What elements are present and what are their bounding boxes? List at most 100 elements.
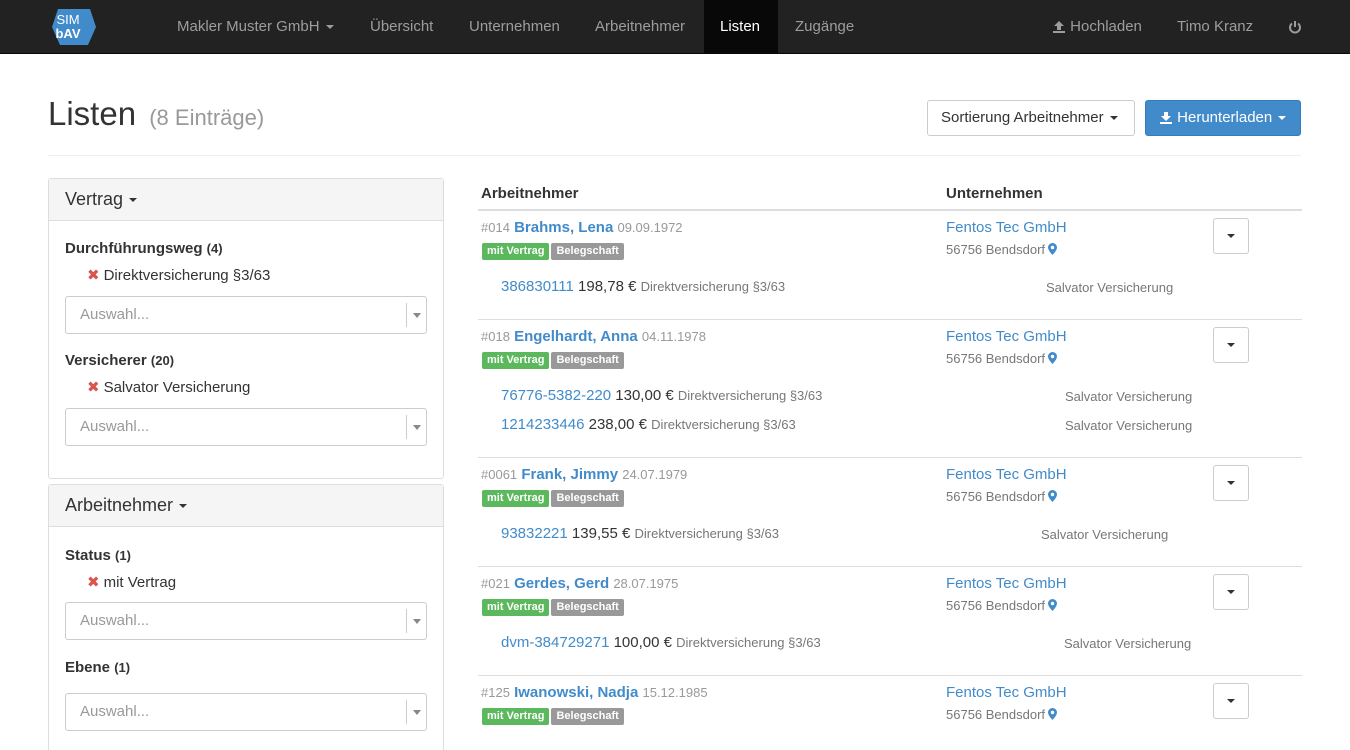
map-marker-icon[interactable]: [1048, 490, 1058, 502]
chevron-down-icon: [1109, 116, 1118, 121]
filter-label: Durchführungsweg: [65, 240, 203, 257]
chevron-down-icon: [406, 303, 426, 327]
top-navbar: SIM bAV Makler Muster GmbH Übersicht Unt…: [0, 0, 1350, 54]
label-contract: mit Vertrag: [482, 352, 550, 369]
column-header-company[interactable]: Unternehmen: [946, 185, 1043, 202]
contract-number-link[interactable]: 93832221: [501, 525, 568, 542]
contract-line: dvm-384729271 100,00 € Direktversicherun…: [501, 634, 821, 651]
company-link[interactable]: Fentos Tec GmbH: [946, 684, 1067, 701]
contract-amount: 139,55 €: [571, 525, 631, 542]
contract-amount: 198,78 €: [578, 278, 637, 295]
employee-name-link[interactable]: Frank, Jimmy: [521, 466, 618, 483]
download-button-label: Herunterladen: [1177, 109, 1273, 126]
column-header-employee[interactable]: Arbeitnehmer: [481, 185, 579, 202]
user-menu[interactable]: Timo Kranz: [1161, 0, 1269, 54]
table-row: #014 Brahms, Lena 09.09.1972 mit Vertrag…: [478, 211, 1302, 320]
contract-line: 93832221 139,55 € Direktversicherung §3/…: [501, 525, 779, 542]
employee-dob: 09.09.1972: [617, 220, 683, 235]
company-link[interactable]: Fentos Tec GmbH: [946, 575, 1067, 592]
filter-panel-arbeitnehmer: Arbeitnehmer Status (1) ✖ mit Vertrag Aus…: [48, 484, 444, 750]
map-marker-icon[interactable]: [1048, 599, 1058, 611]
city-text: 56756 Bendsdorf: [946, 598, 1046, 613]
employee-cell: #018 Engelhardt, Anna 04.11.1978: [481, 328, 706, 345]
employee-dob: 04.11.1978: [641, 329, 706, 344]
city-text: 56756 Bendsdorf: [946, 351, 1046, 366]
versicherer-select[interactable]: Auswahl...: [65, 408, 427, 446]
chevron-down-icon: [179, 504, 188, 509]
employee-id: #125: [481, 685, 510, 700]
filter-count: (1): [114, 660, 131, 675]
contract-amount: 130,00 €: [615, 387, 674, 404]
nav-item-unternehmen[interactable]: Unternehmen: [453, 0, 576, 54]
upload-link[interactable]: Hochladen: [1036, 0, 1158, 54]
employee-dob: 28.07.1975: [613, 576, 679, 591]
simbav-logo[interactable]: SIM bAV: [50, 5, 98, 49]
filter-chip-label: mit Vertrag: [103, 574, 177, 591]
sort-button-label: Sortierung Arbeitnehmer: [941, 109, 1104, 126]
label-staff: Belegschaft: [551, 243, 624, 260]
row-actions-button[interactable]: [1213, 327, 1249, 363]
nav-item-arbeitnehmer[interactable]: Arbeitnehmer: [579, 0, 701, 54]
contract-insurer: Salvator Versicherung: [1046, 280, 1174, 295]
row-actions-button[interactable]: [1213, 574, 1249, 610]
employee-labels: mit Vertrag Belegschaft: [482, 597, 626, 616]
employee-name-link[interactable]: Iwanowski, Nadja: [514, 684, 638, 701]
logo-text-bottom: bAV: [55, 26, 80, 41]
city-text: 56756 Bendsdorf: [946, 489, 1046, 504]
page-title-text: Listen: [48, 95, 137, 132]
filter-panel-vertrag: Vertrag Durchführungsweg (4) ✖ Direktvers…: [48, 178, 444, 479]
remove-icon[interactable]: ✖: [87, 267, 100, 284]
upload-icon: [1053, 21, 1065, 34]
sort-employees-button[interactable]: Sortierung Arbeitnehmer: [927, 100, 1135, 136]
nav-company-label: Makler Muster GmbH: [177, 18, 320, 35]
map-marker-icon[interactable]: [1048, 243, 1058, 255]
nav-item-zugaenge[interactable]: Zugänge: [779, 0, 870, 54]
chevron-down-icon: [325, 25, 334, 30]
nav-item-listen[interactable]: Listen: [704, 0, 778, 54]
remove-icon[interactable]: ✖: [87, 574, 100, 591]
employee-id: #014: [481, 220, 510, 235]
filter-label: Versicherer: [65, 352, 147, 369]
filter-chip-versicherer: ✖ Salvator Versicherung: [87, 378, 250, 396]
employee-name-link[interactable]: Engelhardt, Anna: [514, 328, 638, 345]
select-placeholder: Auswahl...: [80, 703, 150, 720]
download-icon: [1160, 112, 1172, 125]
panel-heading-vertrag[interactable]: Vertrag: [49, 179, 443, 221]
ebene-select[interactable]: Auswahl...: [65, 693, 427, 731]
label-contract: mit Vertrag: [482, 490, 550, 507]
employee-labels: mit Vertrag Belegschaft: [482, 241, 626, 260]
contract-number-link[interactable]: 76776-5382-220: [501, 387, 611, 404]
employee-name-link[interactable]: Gerdes, Gerd: [514, 575, 609, 592]
panel-heading-arbeitnehmer[interactable]: Arbeitnehmer: [49, 485, 443, 527]
status-select[interactable]: Auswahl...: [65, 602, 427, 640]
employee-cell: #021 Gerdes, Gerd 28.07.1975: [481, 575, 678, 592]
map-marker-icon[interactable]: [1048, 352, 1058, 364]
employee-labels: mit Vertrag Belegschaft: [482, 488, 626, 507]
nav-item-uebersicht[interactable]: Übersicht: [354, 0, 449, 54]
company-link[interactable]: Fentos Tec GmbH: [946, 219, 1067, 236]
chevron-down-icon: [129, 198, 138, 203]
map-marker-icon[interactable]: [1048, 708, 1058, 720]
chevron-down-icon: [406, 609, 426, 633]
contract-number-link[interactable]: 1214233446: [501, 416, 584, 433]
nav-company-menu[interactable]: Makler Muster GmbH: [161, 0, 350, 54]
contract-number-link[interactable]: 386830111: [501, 278, 574, 295]
logout-button[interactable]: [1272, 0, 1318, 54]
label-staff: Belegschaft: [551, 708, 624, 725]
filter-count: (20): [150, 353, 175, 368]
remove-icon[interactable]: ✖: [87, 379, 100, 396]
employee-name-link[interactable]: Brahms, Lena: [514, 219, 613, 236]
contract-kind: Direktversicherung §3/63: [651, 417, 796, 432]
row-actions-button[interactable]: [1213, 218, 1249, 254]
row-actions-button[interactable]: [1213, 465, 1249, 501]
company-link[interactable]: Fentos Tec GmbH: [946, 328, 1067, 345]
filter-label: Ebene: [65, 659, 111, 676]
row-actions-button[interactable]: [1213, 683, 1249, 719]
contract-number-link[interactable]: dvm-384729271: [501, 634, 609, 651]
download-button[interactable]: Herunterladen: [1145, 100, 1301, 136]
employee-dob: 15.12.1985: [642, 685, 708, 700]
contract-insurer: Salvator Versicherung: [1064, 636, 1192, 651]
panel-heading-label: Vertrag: [65, 189, 124, 209]
company-link[interactable]: Fentos Tec GmbH: [946, 466, 1067, 483]
durchfuehrungsweg-select[interactable]: Auswahl...: [65, 296, 427, 334]
